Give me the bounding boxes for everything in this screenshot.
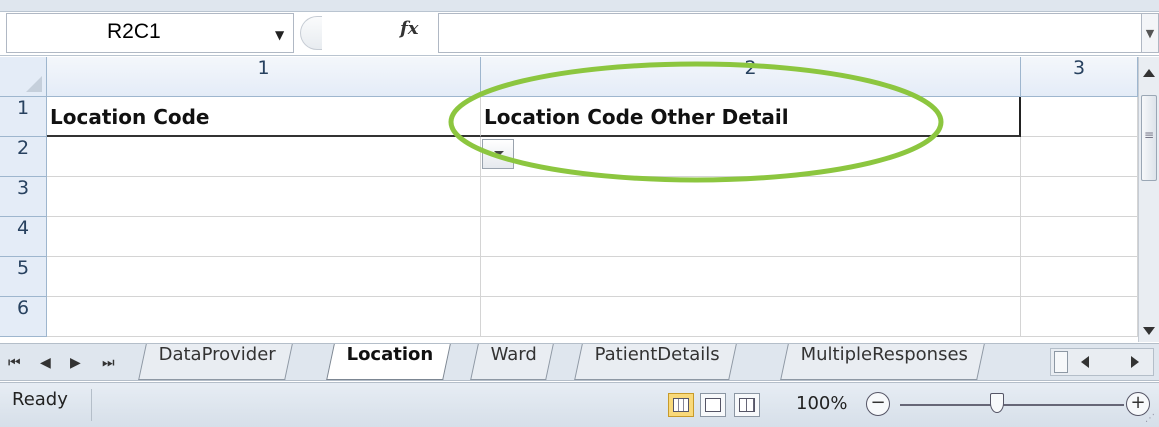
zoom-out-icon[interactable]: − xyxy=(866,392,890,416)
cell-r1c1[interactable]: Location Code xyxy=(47,97,481,137)
chevron-down-icon[interactable]: ▼ xyxy=(275,28,284,42)
normal-view-icon[interactable] xyxy=(668,393,694,417)
sheet-tab-bar: ⏮ ◀ ▶ ⏭ DataProvider Location Ward Patie… xyxy=(0,343,1159,381)
last-sheet-icon[interactable]: ⏭ xyxy=(102,355,115,371)
cell-r1c3[interactable] xyxy=(1021,97,1138,137)
cell-r4c3[interactable] xyxy=(1021,217,1138,257)
tab-patientdetails[interactable]: PatientDetails xyxy=(574,344,737,380)
tab-label: DataProvider xyxy=(158,344,276,365)
prev-sheet-icon[interactable]: ◀ xyxy=(40,355,51,371)
scroll-right-icon[interactable] xyxy=(1131,356,1139,368)
row-header-4[interactable]: 4 xyxy=(0,217,47,257)
cell-r5c2[interactable] xyxy=(481,257,1021,297)
formula-bar-splitter[interactable] xyxy=(300,16,322,50)
next-sheet-icon[interactable]: ▶ xyxy=(70,355,81,371)
cell-r6c1[interactable] xyxy=(47,297,481,337)
scroll-down-icon[interactable] xyxy=(1143,327,1155,335)
cell-r5c1[interactable] xyxy=(47,257,481,297)
first-sheet-icon[interactable]: ⏮ xyxy=(8,355,21,371)
cell-r3c2[interactable] xyxy=(481,177,1021,217)
tab-location[interactable]: Location xyxy=(326,344,451,380)
status-bar: Ready 100% − + ⋰ xyxy=(0,382,1159,427)
column-header-2[interactable]: 2 xyxy=(481,57,1021,97)
window-top-strip xyxy=(0,0,1159,12)
formula-input[interactable] xyxy=(438,13,1141,53)
insert-function-icon[interactable]: fx xyxy=(400,18,418,39)
row-header-6[interactable]: 6 xyxy=(0,297,47,337)
zoom-slider-track[interactable] xyxy=(900,404,1124,406)
cell-r6c3[interactable] xyxy=(1021,297,1138,337)
cell-r2c2[interactable] xyxy=(481,137,1021,177)
horizontal-scroll-thumb[interactable] xyxy=(1054,351,1068,373)
page-break-view-icon[interactable] xyxy=(734,393,760,417)
cell-r5c3[interactable] xyxy=(1021,257,1138,297)
column-header-1[interactable]: 1 xyxy=(47,57,481,97)
tab-ward[interactable]: Ward xyxy=(470,344,555,380)
cell-r6c2[interactable] xyxy=(481,297,1021,337)
row-header-5[interactable]: 5 xyxy=(0,257,47,297)
cell-r2c3[interactable] xyxy=(1021,137,1138,177)
vertical-scroll-thumb[interactable] xyxy=(1141,95,1157,181)
cell-r4c2[interactable] xyxy=(481,217,1021,257)
tab-label: PatientDetails xyxy=(594,344,720,365)
cell-r1c2[interactable]: Location Code Other Detail xyxy=(481,97,1021,137)
scroll-up-icon[interactable] xyxy=(1143,69,1155,77)
scroll-left-icon[interactable] xyxy=(1081,356,1089,368)
row-header-1[interactable]: 1 xyxy=(0,97,47,137)
tab-label: Ward xyxy=(490,344,537,365)
page-layout-view-icon[interactable] xyxy=(700,393,726,417)
zoom-level[interactable]: 100% xyxy=(796,393,847,414)
status-text: Ready xyxy=(0,389,92,421)
row-header-2[interactable]: 2 xyxy=(0,137,47,177)
column-header-3[interactable]: 3 xyxy=(1021,57,1138,97)
name-box[interactable]: R2C1 ▼ xyxy=(6,13,294,53)
cell-r4c1[interactable] xyxy=(47,217,481,257)
select-all-corner[interactable] xyxy=(0,57,47,97)
resize-grip-icon[interactable]: ⋰ xyxy=(1145,413,1155,424)
vertical-scrollbar[interactable] xyxy=(1138,57,1159,342)
tab-multipleresponses[interactable]: MultipleResponses xyxy=(780,344,986,380)
cell-dropdown-button[interactable] xyxy=(482,139,514,169)
expand-formula-bar-icon[interactable]: ▼ xyxy=(1141,13,1159,53)
zoom-slider-thumb[interactable] xyxy=(990,393,1004,413)
row-header-3[interactable]: 3 xyxy=(0,177,47,217)
cell-r3c1[interactable] xyxy=(47,177,481,217)
horizontal-scrollbar[interactable] xyxy=(1050,348,1154,376)
formula-bar: R2C1 ▼ fx ▼ xyxy=(0,12,1159,56)
worksheet-grid: 1 2 3 1 Location Code Location Code Othe… xyxy=(0,57,1159,342)
cell-r3c3[interactable] xyxy=(1021,177,1138,217)
cell-r2c1[interactable] xyxy=(47,137,481,177)
tab-label: MultipleResponses xyxy=(800,344,968,365)
tab-dataprovider[interactable]: DataProvider xyxy=(138,344,293,380)
name-box-value: R2C1 xyxy=(107,20,161,43)
tab-label: Location xyxy=(346,344,434,365)
